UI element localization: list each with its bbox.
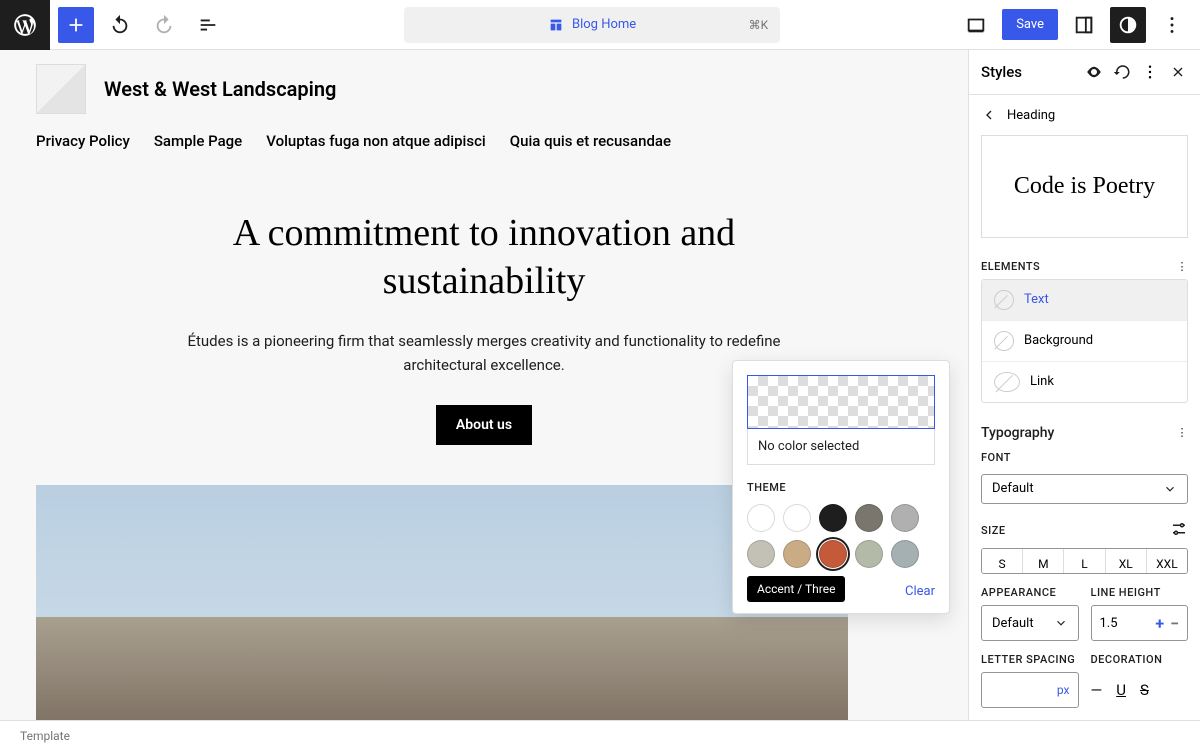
letterspacing-label: LETTER SPACING (981, 653, 1079, 672)
swatch-tooltip: Accent / Three (747, 576, 845, 602)
color-swatch[interactable] (891, 504, 919, 532)
theme-colors-label: THEME (747, 481, 935, 494)
hero-image[interactable] (36, 485, 848, 720)
size-label: SIZE (981, 524, 1006, 537)
site-navigation[interactable]: Privacy Policy Sample Page Voluptas fuga… (36, 132, 932, 150)
typography-preview: Code is Poetry (981, 135, 1188, 238)
inspector-title: Styles (981, 63, 1076, 81)
nav-item[interactable]: Privacy Policy (36, 132, 130, 150)
breadcrumb-label: Heading (1007, 108, 1055, 123)
site-title[interactable]: West & West Landscaping (104, 77, 336, 101)
editor-canvas[interactable]: West & West Landscaping Privacy Policy S… (0, 50, 968, 720)
color-swatch[interactable] (747, 540, 775, 568)
theme-swatch-grid: Accent / Three (747, 504, 935, 568)
elements-section-label: ELEMENTS (981, 260, 1040, 273)
hero-paragraph[interactable]: Études is a pioneering firm that seamles… (164, 329, 804, 377)
font-select[interactable]: Default (981, 474, 1188, 504)
size-xxl[interactable]: XXL (1147, 549, 1187, 573)
elements-more-icon[interactable]: ⋮ (1177, 260, 1189, 273)
decrement-button[interactable]: − (1170, 614, 1179, 633)
decoration-label: DECORATION (1091, 653, 1189, 672)
chevron-down-icon (1163, 482, 1177, 496)
color-swatch[interactable] (819, 504, 847, 532)
chevron-left-icon (981, 107, 997, 123)
inspector-more-icon[interactable] (1140, 62, 1160, 82)
nav-item[interactable]: Quia quis et recusandae (510, 132, 671, 150)
color-swatch[interactable] (783, 540, 811, 568)
color-swatch[interactable] (747, 504, 775, 532)
settings-sidebar-toggle[interactable] (1066, 7, 1102, 43)
close-inspector-icon[interactable] (1168, 62, 1188, 82)
appearance-select[interactable]: Default (981, 605, 1079, 641)
size-l[interactable]: L (1064, 549, 1105, 573)
element-text[interactable]: Text (982, 280, 1187, 321)
color-swatch[interactable] (855, 504, 883, 532)
letterspacing-input[interactable]: px (981, 672, 1079, 708)
element-background[interactable]: Background (982, 321, 1187, 362)
document-overview-button[interactable] (190, 7, 226, 43)
about-us-button[interactable]: About us (436, 405, 532, 445)
increment-button[interactable]: + (1155, 614, 1164, 633)
save-button[interactable]: Save (1002, 9, 1058, 40)
undo-button[interactable] (102, 7, 138, 43)
chevron-down-icon (1054, 616, 1068, 630)
add-block-button[interactable] (58, 7, 94, 43)
color-swatch[interactable] (855, 540, 883, 568)
appearance-label: APPEARANCE (981, 586, 1079, 605)
view-button[interactable] (958, 7, 994, 43)
redo-button[interactable] (146, 7, 182, 43)
footer-template-label[interactable]: Template (20, 729, 70, 743)
font-label: FONT (969, 447, 1200, 468)
color-swatch[interactable] (783, 504, 811, 532)
lineheight-label: LINE HEIGHT (1091, 586, 1189, 605)
wordpress-logo[interactable] (0, 0, 50, 50)
document-title: Blog Home (572, 17, 636, 32)
revisions-icon[interactable] (1112, 62, 1132, 82)
color-swatch[interactable] (891, 540, 919, 568)
typography-section-label: Typography (981, 425, 1054, 441)
color-preview[interactable] (747, 375, 935, 429)
decoration-strikethrough[interactable]: S (1140, 681, 1149, 699)
size-xl[interactable]: XL (1106, 549, 1147, 573)
decoration-none[interactable]: — (1091, 681, 1103, 699)
site-logo-placeholder[interactable] (36, 64, 86, 114)
nav-item[interactable]: Voluptas fuga non atque adipisci (266, 132, 486, 150)
size-buttons: S M L XL XXL (981, 548, 1188, 574)
size-m[interactable]: M (1023, 549, 1064, 573)
lineheight-input[interactable]: 1.5 +− (1091, 605, 1189, 641)
decoration-underline[interactable]: U (1116, 681, 1126, 699)
size-s[interactable]: S (982, 549, 1023, 573)
color-picker-popover: No color selected THEME Accent / Three C… (732, 360, 950, 614)
element-link[interactable]: Link (982, 362, 1187, 402)
custom-size-icon[interactable] (1170, 520, 1188, 542)
color-swatch[interactable] (819, 540, 847, 568)
nav-item[interactable]: Sample Page (154, 132, 242, 150)
hero-heading[interactable]: A commitment to innovation and sustainab… (164, 210, 804, 305)
inspector-breadcrumb[interactable]: Heading (969, 95, 1200, 135)
no-color-label: No color selected (747, 429, 935, 465)
options-menu-button[interactable] (1154, 7, 1190, 43)
style-book-icon[interactable] (1084, 62, 1104, 82)
clear-color-button[interactable]: Clear (905, 584, 935, 599)
layout-icon (548, 17, 564, 33)
command-shortcut: ⌘K (749, 18, 769, 32)
styles-inspector: Styles Heading Code is Poetry ELEMENTS ⋮… (968, 50, 1200, 720)
typography-more-icon[interactable]: ⋮ (1177, 426, 1189, 439)
document-title-bar[interactable]: Blog Home ⌘K (404, 7, 780, 43)
styles-toggle[interactable] (1110, 7, 1146, 43)
